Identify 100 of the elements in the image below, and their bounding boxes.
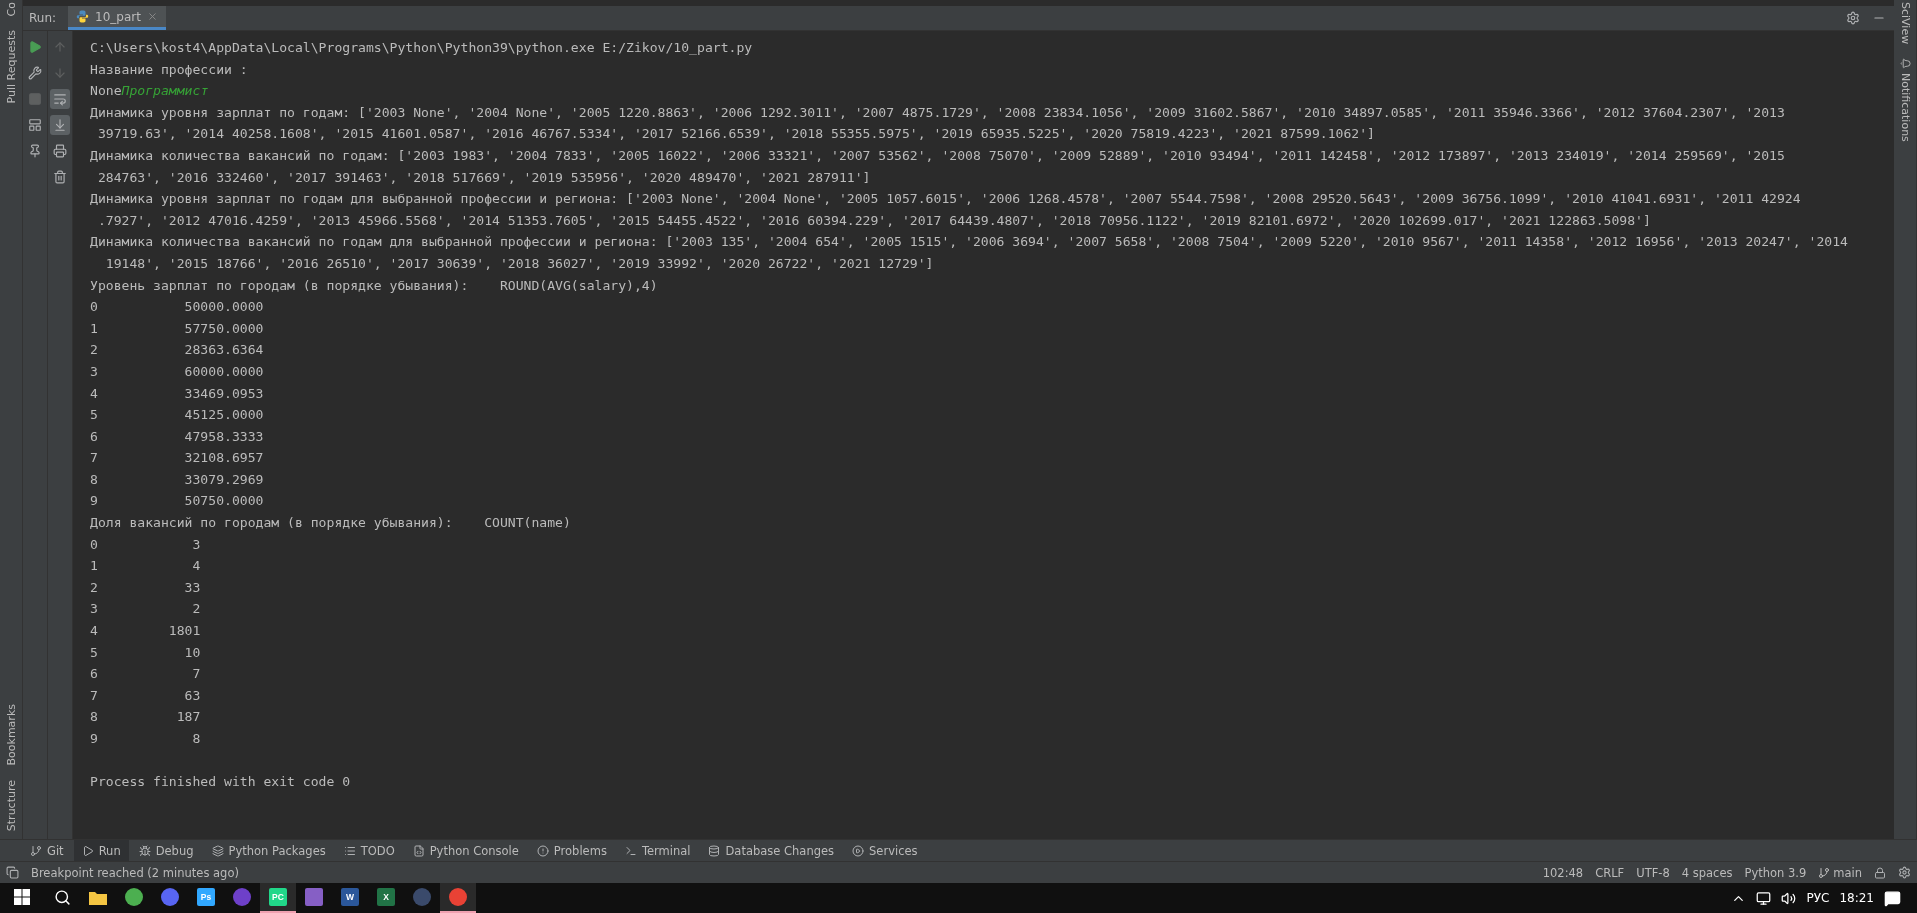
- status-item[interactable]: main: [1818, 865, 1862, 880]
- gear-icon[interactable]: [1898, 866, 1911, 879]
- app-icon: X: [377, 888, 395, 906]
- python-icon: [76, 10, 90, 23]
- console-line: 8 33079.2969: [90, 470, 265, 489]
- pull-requests-tab[interactable]: Pull Requests: [4, 30, 18, 104]
- app-icon: [305, 888, 323, 906]
- console-line: 0 50000.0000: [90, 298, 265, 317]
- side-tab[interactable]: Notifications: [1898, 58, 1912, 143]
- app-icon: [413, 888, 431, 906]
- search-icon: [53, 888, 71, 906]
- taskbar-app[interactable]: [440, 883, 476, 913]
- language-indicator[interactable]: РУС: [1806, 891, 1830, 905]
- run-label: Run:: [29, 11, 57, 25]
- layers-icon: [211, 844, 224, 857]
- app-icon: [449, 888, 467, 906]
- console-line: 19148', '2015 18766', '2016 26510', '2017 30639', '2018 36027', '2019 33992', '2020 26722', '2021 12729']: [104, 254, 935, 273]
- side-tab[interactable]: SciView: [1898, 2, 1912, 45]
- play-circle-icon: [852, 844, 865, 857]
- app-icon: [233, 888, 251, 906]
- console-line: 3 2: [90, 600, 202, 619]
- console-line: 7 63: [90, 686, 202, 705]
- network-icon[interactable]: [1756, 890, 1772, 906]
- console-line: 1 57750.0000: [90, 319, 265, 338]
- console-line: 284763', '2016 332460', '2017 391463', '2018 517669', '2019 535956', '2020 489470', '2021 287911']: [96, 168, 872, 187]
- taskbar-app[interactable]: W: [332, 883, 368, 913]
- app-icon: W: [341, 888, 359, 906]
- bell-icon: [1899, 58, 1911, 70]
- console-line: Динамика уровня зарплат по годам для выбранной профессии и региона: ['2003 None', '2004 None', '2005 1057.6015', '2006 1268.4578', '2007 5544.7598', '2008 29520.5643', '2009 36756.1099', '2010 41041.6931', '2011 42924: [90, 190, 1802, 209]
- tool-window-tab[interactable]: Terminal: [616, 840, 699, 861]
- console-line: 2 28363.6364: [90, 341, 265, 360]
- tool-window-tab[interactable]: Git: [22, 840, 72, 861]
- console-line: 3 60000.0000: [90, 362, 265, 381]
- console-line: 8 187: [90, 708, 202, 727]
- app-icon: [161, 888, 179, 906]
- taskbar-app[interactable]: X: [368, 883, 404, 913]
- tool-window-tab[interactable]: Debug: [130, 840, 202, 861]
- console-line: 0 3: [90, 535, 202, 554]
- status-item[interactable]: CRLF: [1595, 865, 1625, 880]
- bug-icon: [138, 844, 151, 857]
- app-icon: Ps: [197, 888, 215, 906]
- branch-icon: [30, 844, 42, 857]
- console-line: Уровень зарплат по городам (в порядке убывания): ROUND(AVG(salary),4): [90, 276, 659, 295]
- console-line: NoneПрограммист: [90, 82, 210, 101]
- notification-icon[interactable]: [1884, 889, 1901, 907]
- panel-label[interactable]: Co: [4, 2, 18, 17]
- console-line: 4 33469.0953: [90, 384, 265, 403]
- side-tab[interactable]: Structure: [4, 779, 18, 831]
- windows-icon: [14, 889, 30, 905]
- volume-icon[interactable]: [1781, 890, 1797, 906]
- console-line: 6 47958.3333: [90, 427, 265, 446]
- status-item[interactable]: 102:48: [1542, 865, 1584, 880]
- console-line: Доля вакансий по городам (в порядке убывания): COUNT(name): [90, 514, 572, 533]
- console-line: Process finished with exit code 0: [90, 773, 352, 792]
- alert-icon: [536, 844, 549, 857]
- console-line: Динамика количества вакансий по годам: ['2003 1983', '2004 7833', '2005 16022', '2006 33321', '2007 53562', '2008 75070', '2009 52889', '2010 93494', '2011 142458', '2012 173897', '2013 234019', '2014 259569', '2015: [90, 146, 1786, 165]
- run-icon: [81, 844, 94, 857]
- app-icon: PC: [269, 888, 287, 906]
- console-line: 5 45125.0000: [90, 406, 265, 425]
- console-line: Динамика количества вакансий по годам для выбранной профессии и региона: ['2003 135', '2004 654', '2005 1515', '2006 3694', '2007 5658', '2008 7504', '2009 5220', '2010 9567', '2011 14358', '2012 16956', '2013 20247', '2014: [90, 233, 1849, 252]
- tool-window-tab[interactable]: Python Packages: [203, 840, 334, 861]
- clock[interactable]: 18:21: [1839, 891, 1874, 905]
- console-line: 2 33: [90, 578, 202, 597]
- console-line: Название профессии :: [90, 60, 249, 79]
- side-tab[interactable]: Bookmarks: [4, 704, 18, 766]
- tool-window-tab[interactable]: Run: [73, 840, 129, 861]
- console-line: 9 50750.0000: [90, 492, 265, 511]
- tool-window-tab[interactable]: Problems: [528, 840, 615, 861]
- branch-icon: [1818, 866, 1831, 879]
- console-line: .7927', '2012 47016.4259', '2013 45966.5568', '2014 51353.7605', '2015 54455.4522', '2016 60394.229', '2017 64439.4807', '2018 70956.1122', '2019 82101.6972', '2020 102699.017', '2021 122863.5098']: [96, 211, 1652, 230]
- status-item[interactable]: 4 spaces: [1681, 865, 1733, 880]
- console-line: C:\Users\kost4\AppData\Local\Programs\Python\Python39\python.exe E:/Zikov/10_part.py: [90, 39, 754, 57]
- console-line: 5 10: [90, 643, 202, 662]
- console-line: 1 4: [90, 557, 202, 576]
- console-line: 7 32108.6957: [90, 449, 265, 468]
- console-line: 39719.63', '2014 40258.1608', '2015 41601.0587', '2016 46767.5334', '2017 52166.6539', '2018 55355.5975', '2019 65935.5225', '2020 75819.4223', '2021 87599.1062']: [96, 125, 1376, 144]
- status-item[interactable]: Python 3.9: [1744, 865, 1807, 880]
- console-line: 9 8: [90, 730, 202, 748]
- tool-window-tab[interactable]: Services: [844, 840, 926, 861]
- scroll-end-icon[interactable]: [50, 115, 70, 135]
- database-icon: [708, 844, 721, 857]
- tool-window-tab[interactable]: Python Console: [404, 840, 527, 861]
- terminal-icon: [624, 844, 637, 857]
- status-item[interactable]: UTF-8: [1636, 865, 1670, 880]
- console-line: Динамика уровня зарплат по годам: ['2003 None', '2004 None', '2005 1220.8863', '2006 1292.3011', '2007 4875.1729', '2008 23834.1056', '2009 31602.5867', '2010 34897.0585', '2011 35946.3366', '2012 37604.2307', '2013: [90, 103, 1786, 122]
- wrap-icon[interactable]: [50, 89, 70, 109]
- tool-window-tab[interactable]: TODO: [335, 840, 403, 861]
- tool-window-tab[interactable]: Database Changes: [700, 840, 843, 861]
- lock-icon[interactable]: [1874, 866, 1886, 879]
- list-icon: [343, 844, 356, 857]
- app-icon: [125, 888, 143, 906]
- settings-icon[interactable]: [1846, 11, 1860, 25]
- console-line: 4 1801: [90, 622, 202, 641]
- console-line: 6 7: [90, 665, 202, 684]
- panel-toggle-icon[interactable]: [6, 866, 19, 879]
- tab-title: 10_part: [95, 9, 141, 24]
- status-message: Breakpoint reached (2 minutes ago): [31, 865, 239, 880]
- folder-icon: [89, 889, 107, 905]
- file-tab[interactable]: 10_part: [68, 6, 166, 30]
- file-icon: [412, 844, 425, 857]
